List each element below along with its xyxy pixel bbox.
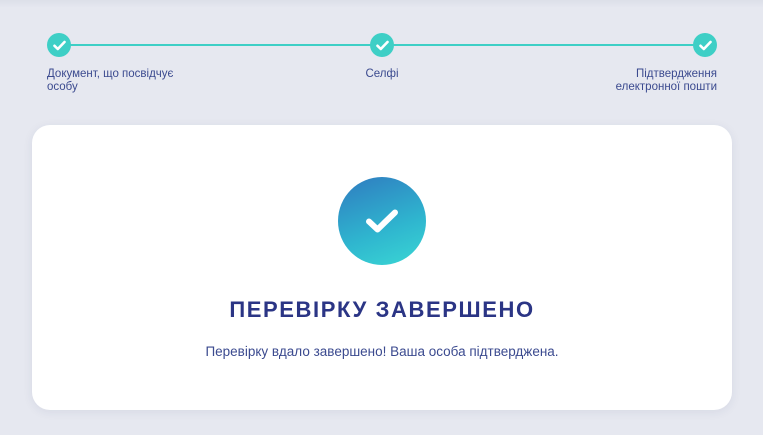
step-2-check-icon xyxy=(370,33,394,57)
stepper-connector xyxy=(382,44,705,46)
step-1-check-icon xyxy=(47,33,71,57)
stepper-connector xyxy=(59,44,381,46)
verification-result-card: ПЕРЕВІРКУ ЗАВЕРШЕНО Перевірку вдало заве… xyxy=(32,125,732,410)
step-3-label: Підтвердження електронної пошти xyxy=(615,68,717,93)
step-3-check-icon xyxy=(693,33,717,57)
step-2-label: Селфі xyxy=(365,68,399,80)
result-message: Перевірку вдало завершено! Ваша особа пі… xyxy=(205,344,559,359)
progress-stepper: Документ, що посвідчує особу Селфі Підтв… xyxy=(0,0,763,110)
result-title: ПЕРЕВІРКУ ЗАВЕРШЕНО xyxy=(229,297,535,322)
step-1-label: Документ, що посвідчує особу xyxy=(47,68,174,93)
success-check-icon xyxy=(338,177,426,265)
